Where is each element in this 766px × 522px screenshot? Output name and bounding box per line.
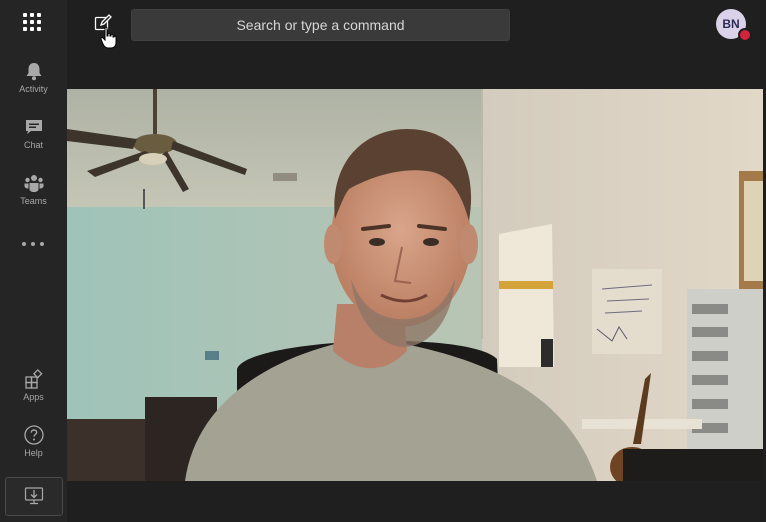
hand-pointer-cursor-icon [100, 26, 117, 49]
download-desktop-app-button[interactable] [5, 477, 63, 516]
apps-store-icon [24, 368, 43, 389]
rail-item-teams[interactable]: Teams [0, 166, 67, 216]
app-rail: Activity Chat Teams Apps Help [0, 0, 67, 522]
webcam-self-view-image [67, 89, 763, 481]
rail-item-chat[interactable]: Chat [0, 110, 67, 160]
rail-item-label: Activity [19, 84, 48, 94]
bell-icon [26, 63, 41, 81]
rail-item-activity[interactable]: Activity [0, 54, 67, 104]
rail-item-label: Teams [20, 196, 47, 206]
search-command-input[interactable]: Search or type a command [131, 9, 510, 41]
rail-item-label: Help [24, 448, 43, 458]
rail-item-apps[interactable]: Apps [0, 362, 67, 412]
help-icon [23, 425, 44, 445]
presence-busy-indicator [738, 28, 752, 42]
download-icon [24, 487, 44, 505]
rail-item-label: Chat [23, 140, 43, 150]
teams-icon [24, 175, 43, 192]
video-feed [67, 89, 763, 481]
more-apps-ellipsis-icon[interactable] [22, 240, 46, 248]
rail-item-label: Apps [23, 392, 44, 402]
chat-icon [25, 120, 42, 134]
app-launcher-grid-icon[interactable] [23, 13, 43, 33]
rail-item-help[interactable]: Help [0, 418, 67, 468]
